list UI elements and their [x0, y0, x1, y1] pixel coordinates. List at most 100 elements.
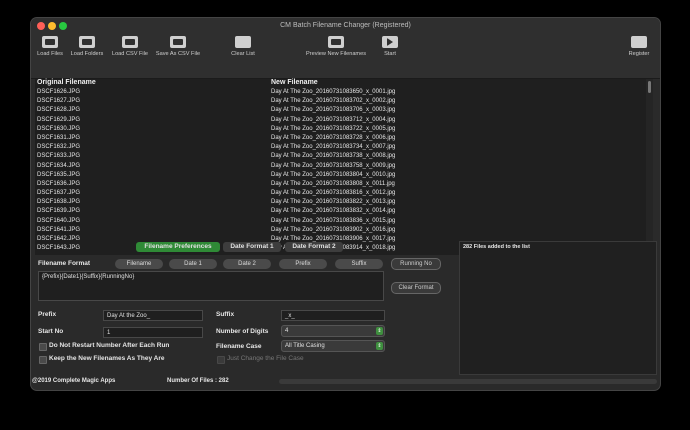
load-csv-button[interactable]: Load CSV File — [109, 36, 151, 57]
close-window-button[interactable] — [37, 22, 45, 30]
original-filename-cell: DSCF1626.JPG — [37, 89, 81, 95]
number-of-digits-select[interactable]: 4 ⇕ — [281, 325, 385, 337]
load-csv-label: Load CSV File — [111, 51, 149, 57]
filename-case-select[interactable]: All Title Casing ⇕ — [281, 340, 385, 352]
prefix-button[interactable]: Prefix — [279, 259, 327, 269]
new-filename-cell: Day At The Zoo_20160731083738_x_0008.jpg — [271, 153, 396, 160]
filename-format-value: {Prefix}{Date1}{Suffix}{RunningNo} — [42, 274, 135, 280]
column-header-original[interactable]: Original Filename — [37, 79, 96, 88]
play-icon — [382, 36, 398, 48]
table-row[interactable]: DSCF1638.JPG Day At The Zoo_2016073108382… — [35, 199, 645, 208]
app-window: CM Batch Filename Changer (Registered) L… — [31, 18, 660, 390]
suffix-label: Suffix — [216, 311, 235, 318]
column-header-new[interactable]: New Filename — [271, 79, 318, 88]
table-row[interactable]: DSCF1635.JPG Day At The Zoo_2016073108380… — [35, 172, 645, 181]
list-scrollbar[interactable] — [646, 79, 653, 255]
minimize-window-button[interactable] — [48, 22, 56, 30]
save-csv-button[interactable]: Save As CSV File — [153, 36, 203, 57]
date1-button[interactable]: Date 1 — [169, 259, 217, 269]
suffix-button[interactable]: Suffix — [335, 259, 383, 269]
new-filename-cell: Day At The Zoo_20160731083758_x_0009.jpg — [271, 162, 396, 169]
table-row[interactable]: DSCF1630.JPG Day At The Zoo_2016073108372… — [35, 126, 645, 135]
clear-list-button[interactable]: Clear List — [225, 36, 261, 57]
table-row[interactable]: DSCF1633.JPG Day At The Zoo_2016073108373… — [35, 153, 645, 162]
preview-icon — [328, 36, 344, 48]
file-rows: DSCF1626.JPG Day At The Zoo_2016073108365… — [35, 89, 645, 254]
new-filename-cell: Day At The Zoo_20160731083734_x_0007.jpg — [271, 144, 396, 151]
table-row[interactable]: DSCF1641.JPG Day At The Zoo_2016073108390… — [35, 227, 645, 236]
table-row[interactable]: DSCF1634.JPG Day At The Zoo_2016073108375… — [35, 163, 645, 172]
new-filename-cell: Day At The Zoo_20160731083816_x_0012.jpg — [271, 190, 396, 197]
start-no-label: Start No — [38, 328, 64, 335]
load-files-label: Load Files — [37, 51, 63, 57]
suffix-input[interactable]: _x_ — [281, 310, 385, 321]
no-restart-checkbox[interactable] — [39, 343, 47, 351]
new-filename-cell: Day At The Zoo_20160731083712_x_0004.jpg — [271, 116, 396, 123]
original-filename-cell: DSCF1636.JPG — [37, 180, 81, 187]
scroll-thumb[interactable] — [648, 81, 651, 93]
tab-date-format-1[interactable]: Date Format 1 — [223, 242, 281, 252]
clear-format-button[interactable]: Clear Format — [391, 282, 441, 294]
table-row[interactable]: DSCF1628.JPG Day At The Zoo_2016073108370… — [35, 107, 645, 116]
table-row[interactable]: DSCF1631.JPG Day At The Zoo_2016073108372… — [35, 135, 645, 144]
new-filename-cell: Day At The Zoo_20160731083902_x_0016.jpg — [271, 226, 396, 233]
save-csv-label: Save As CSV File — [155, 51, 201, 57]
toolbar: Load Files Load Folders Load CSV File Sa… — [31, 34, 660, 79]
just-change-case-checkbox[interactable] — [217, 356, 225, 364]
zoom-window-button[interactable] — [59, 22, 67, 30]
stepper-arrows-icon: ⇕ — [376, 327, 383, 335]
original-filename-cell: DSCF1638.JPG — [37, 199, 81, 206]
original-filename-cell: DSCF1642.JPG — [37, 236, 81, 242]
new-filename-cell: Day At The Zoo_20160731083722_x_0005.jpg — [271, 125, 396, 132]
original-filename-cell: DSCF1635.JPG — [37, 171, 81, 178]
start-label: Start — [384, 51, 396, 57]
filename-button[interactable]: Filename — [115, 259, 163, 269]
original-filename-cell: DSCF1634.JPG — [37, 162, 81, 169]
prefix-input[interactable]: Day At the Zoo_ — [103, 310, 203, 321]
title-bar: CM Batch Filename Changer (Registered) — [31, 18, 660, 34]
filename-format-field[interactable]: {Prefix}{Date1}{Suffix}{RunningNo} — [38, 271, 384, 301]
table-row[interactable]: DSCF1636.JPG Day At The Zoo_2016073108380… — [35, 181, 645, 190]
register-button[interactable]: Register — [623, 36, 655, 57]
no-restart-label: Do Not Restart Number After Each Run — [49, 342, 170, 349]
table-row[interactable]: DSCF1637.JPG Day At The Zoo_2016073108381… — [35, 190, 645, 199]
new-filename-cell: Day At The Zoo_20160731083832_x_0014.jpg — [271, 208, 396, 215]
original-filename-cell: DSCF1628.JPG — [37, 107, 81, 114]
table-row[interactable]: DSCF1639.JPG Day At The Zoo_2016073108383… — [35, 208, 645, 217]
table-row[interactable]: DSCF1640.JPG Day At The Zoo_2016073108383… — [35, 218, 645, 227]
keep-new-filenames-checkbox[interactable] — [39, 356, 47, 364]
preview-label: Preview New Filenames — [306, 51, 366, 57]
window-title: CM Batch Filename Changer (Registered) — [280, 22, 411, 29]
preview-button[interactable]: Preview New Filenames — [303, 36, 369, 57]
start-no-input[interactable]: 1 — [103, 327, 203, 338]
file-list[interactable]: Original Filename New Filename DSCF1626.… — [35, 79, 653, 255]
prefix-label: Prefix — [38, 311, 57, 318]
original-filename-cell: DSCF1639.JPG — [37, 208, 81, 215]
load-files-icon — [42, 36, 58, 48]
new-filename-cell: Day At The Zoo_20160731083808_x_0011.jpg — [271, 180, 395, 187]
original-filename-cell: DSCF1633.JPG — [37, 153, 81, 160]
original-filename-cell: DSCF1627.JPG — [37, 98, 81, 105]
new-filename-cell: Day At The Zoo_20160731083822_x_0013.jpg — [271, 199, 396, 206]
table-row[interactable]: DSCF1626.JPG Day At The Zoo_2016073108365… — [35, 89, 645, 98]
table-row[interactable]: DSCF1627.JPG Day At The Zoo_2016073108370… — [35, 98, 645, 107]
tab-filename-preferences[interactable]: Filename Preferences — [136, 242, 220, 252]
start-button[interactable]: Start — [378, 36, 402, 57]
new-filename-cell: Day At The Zoo_20160731083728_x_0006.jpg — [271, 134, 396, 141]
running-no-button[interactable]: Running No — [391, 258, 441, 270]
key-icon — [631, 36, 647, 48]
table-row[interactable]: DSCF1629.JPG Day At The Zoo_2016073108371… — [35, 117, 645, 126]
copyright-text: @2019 Complete Magic Apps — [32, 378, 116, 384]
date2-button[interactable]: Date 2 — [223, 259, 271, 269]
original-filename-cell: DSCF1637.JPG — [37, 190, 81, 197]
register-label: Register — [628, 51, 650, 57]
filename-case-value: All Title Casing — [285, 343, 325, 349]
original-filename-cell: DSCF1630.JPG — [37, 125, 81, 132]
original-filename-cell: DSCF1629.JPG — [37, 116, 81, 123]
tab-date-format-2[interactable]: Date Format 2 — [285, 242, 343, 252]
table-row[interactable]: DSCF1632.JPG Day At The Zoo_2016073108373… — [35, 144, 645, 153]
original-filename-cell: DSCF1632.JPG — [37, 144, 81, 151]
load-folders-button[interactable]: Load Folders — [67, 36, 107, 57]
save-icon — [170, 36, 186, 48]
load-files-button[interactable]: Load Files — [33, 36, 67, 57]
